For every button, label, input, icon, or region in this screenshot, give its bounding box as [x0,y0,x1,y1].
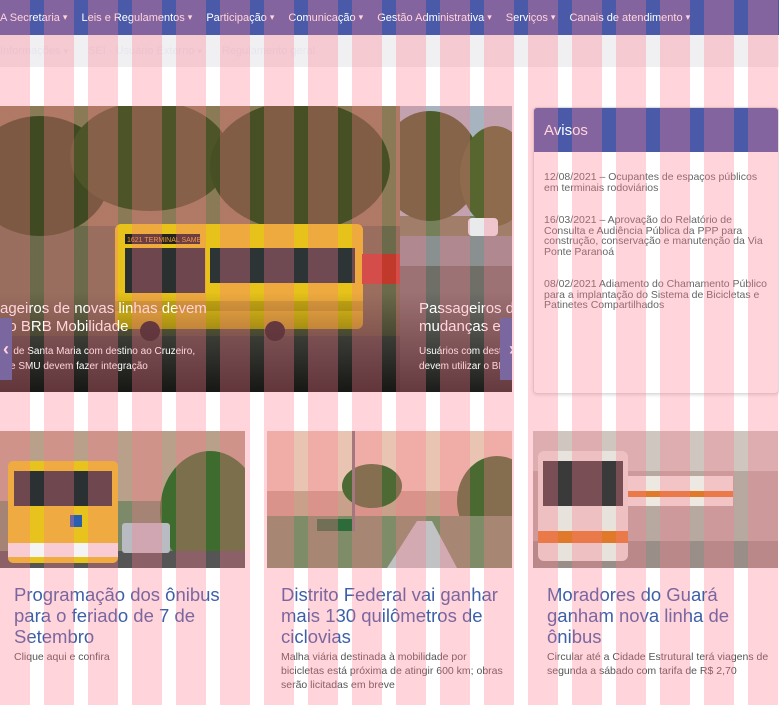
nav-item-sei[interactable]: SEI - Usuário Externo ▾ [78,45,212,57]
slide-subtitle: Usuários com dest devem utilizar o BR [419,346,506,372]
nav-item-canais[interactable]: Canais de atendimento ▾ [562,0,697,35]
carousel-prev-button[interactable]: ‹ [0,318,12,380]
avisos-panel: Avisos 12/08/2021 – Ocupantes de espaços… [533,107,779,394]
aviso-link[interactable]: 12/08/2021 – Ocupantes de espaços públic… [544,172,768,193]
carousel-slide[interactable]: Passageiros d mudanças em Usuários com d… [400,106,512,392]
primary-nav: A Secretaria ▾ Leis e Regulamentos ▾ Parti… [0,0,779,35]
card-title[interactable]: Distrito Federal vai ganhar mais 130 qui… [281,584,506,647]
card-title[interactable]: Programação dos ônibus para o feriado de… [14,584,239,647]
nav-item-leis[interactable]: Leis e Regulamentos ▾ [74,0,199,35]
nav-item-label: Participação [206,11,267,24]
nav-item-label: Regulamento geral [221,45,315,57]
chevron-down-icon: ▾ [487,12,492,22]
nav-item-secretaria[interactable]: A Secretaria ▾ [0,0,74,35]
nav-item-gestao[interactable]: Gestão Administrativa ▾ [370,0,499,35]
card-image [533,431,778,568]
chevron-down-icon: ▾ [550,12,556,22]
aviso-link[interactable]: 16/03/2021 – Aprovação do Relatório de C… [544,215,768,257]
chevron-down-icon: ▾ [269,12,275,22]
chevron-left-icon: ‹ [3,338,9,359]
chevron-down-icon: ▾ [685,12,691,22]
nav-item-label: A Secretaria [0,11,60,24]
bus-destination-sign: 1621 TERMINAL SAMB [127,237,202,244]
news-carousel: 1621 TERMINAL SAMB ageiros de novas linh… [0,106,512,392]
news-card[interactable]: Distrito Federal vai ganhar mais 130 qui… [267,431,512,705]
nav-item-label: Canais de atendimento [569,11,683,24]
nav-item-label: SEI - Usuário Externo [88,45,195,57]
nav-item-label: Comunicação [288,11,356,24]
nav-item-label: Leis e Regulamentos [81,11,185,24]
card-title[interactable]: Moradores do Guará ganham nova linha de … [547,584,772,647]
nav-item-servicos[interactable]: Serviços ▾ [499,0,563,35]
card-description: Clique aqui e confira [14,651,110,663]
slide-title[interactable]: ageiros de novas linhas devem ão BRB Mob… [0,300,207,336]
nav-item-label: Gestão Administrativa [377,11,485,24]
card-description: Circular até a Cidade Estrutural terá vi… [547,651,769,677]
carousel-slide[interactable]: 1621 TERMINAL SAMB ageiros de novas linh… [0,106,400,392]
news-card[interactable]: Moradores do Guará ganham nova linha de … [533,431,778,705]
chevron-down-icon: ▾ [63,46,69,56]
card-image [267,431,512,568]
nav-item-label: Informações [0,45,61,57]
aviso-link[interactable]: 08/02/2021 Adiamento do Chamamento Públi… [544,279,768,311]
nav-item-regulamento[interactable]: Regulamento geral [212,45,325,57]
chevron-down-icon: ▾ [62,12,68,22]
avisos-title: Avisos [534,108,778,152]
news-card[interactable]: Programação dos ônibus para o feriado de… [0,431,245,705]
chevron-right-icon: › [509,339,512,360]
nav-item-label: Serviços [505,11,548,24]
chevron-down-icon: ▾ [358,12,364,22]
carousel-next-button[interactable]: › [500,318,512,380]
secondary-nav: Informações ▾ SEI - Usuário Externo ▾ Regu… [0,35,779,67]
nav-item-participacao[interactable]: Participação ▾ [199,0,281,35]
chevron-down-icon: ▾ [197,46,202,56]
nav-item-informacoes[interactable]: Informações ▾ [0,45,78,57]
card-image [0,431,245,568]
chevron-down-icon: ▾ [187,12,193,22]
nav-item-comunicacao[interactable]: Comunicação ▾ [281,0,370,35]
card-description: Malha viária destinada à mobilidade por … [281,651,503,691]
slide-subtitle: l e de Santa Maria com destino ao Cruzei… [0,346,196,372]
slide-title[interactable]: Passageiros d mudanças em [419,300,512,336]
